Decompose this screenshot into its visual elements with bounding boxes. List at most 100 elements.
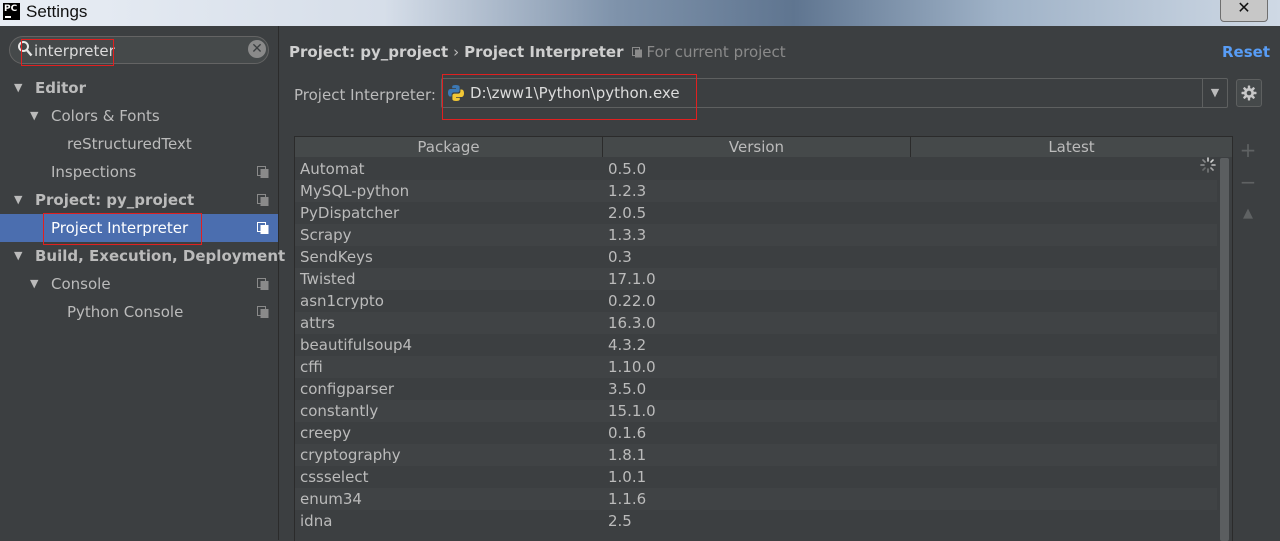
package-name: SendKeys	[300, 248, 373, 266]
package-row[interactable]: beautifulsoup4 4.3.2	[295, 334, 1217, 356]
package-row[interactable]: cryptography 1.8.1	[295, 444, 1217, 466]
package-version: 3.5.0	[608, 380, 647, 398]
expand-arrow-icon[interactable]: ▼	[14, 74, 22, 102]
tree-item[interactable]: Python Console	[0, 298, 278, 326]
package-version: 16.3.0	[608, 314, 656, 332]
package-version: 1.0.1	[608, 468, 647, 486]
chevron-down-icon[interactable]: ▼	[1202, 79, 1227, 107]
column-header-latest[interactable]: Latest	[911, 137, 1232, 157]
remove-package-button[interactable]: −	[1234, 168, 1262, 196]
expand-arrow-icon[interactable]: ▼	[30, 102, 38, 130]
settings-content: Project: py_project › Project Interpreter F…	[279, 26, 1280, 541]
package-name: attrs	[300, 314, 335, 332]
title-bar: PC Settings ✕	[0, 0, 1280, 26]
tree-item-label: reStructuredText	[67, 135, 192, 153]
project-settings-icon	[257, 222, 269, 234]
expand-arrow-icon[interactable]: ▼	[14, 186, 22, 214]
packages-table[interactable]: Package Version Latest Automat 0.5.0 MySQL…	[294, 136, 1233, 541]
python-icon	[448, 85, 464, 101]
loading-spinner-icon	[1200, 157, 1216, 173]
pycharm-logo-icon: PC	[3, 3, 20, 20]
package-name: beautifulsoup4	[300, 336, 413, 354]
project-settings-icon	[257, 166, 269, 178]
package-name: MySQL-python	[300, 182, 410, 200]
package-version: 2.5	[608, 512, 632, 530]
search-icon	[18, 41, 33, 57]
package-name: constantly	[300, 402, 379, 420]
scrollbar-thumb[interactable]	[1220, 158, 1229, 541]
package-version: 2.0.5	[608, 204, 647, 222]
project-settings-icon	[257, 278, 269, 290]
package-row[interactable]: constantly 15.1.0	[295, 400, 1217, 422]
package-version: 0.5.0	[608, 160, 647, 178]
package-version: 1.8.1	[608, 446, 647, 464]
package-name: creepy	[300, 424, 351, 442]
tree-item-label: Console	[51, 275, 111, 293]
column-header-version[interactable]: Version	[603, 137, 911, 157]
package-row[interactable]: cffi 1.10.0	[295, 356, 1217, 378]
tree-item[interactable]: reStructuredText	[0, 130, 278, 158]
package-version: 0.1.6	[608, 424, 647, 442]
package-row[interactable]: MySQL-python 1.2.3	[295, 180, 1217, 202]
package-version: 15.1.0	[608, 402, 656, 420]
interpreter-path: D:\zww1\Python\python.exe	[470, 84, 680, 102]
breadcrumb-parent: Project: py_project	[289, 43, 449, 61]
tree-item[interactable]: ▼ Editor	[0, 74, 278, 102]
tree-item[interactable]: ▼ Colors & Fonts	[0, 102, 278, 130]
search-input[interactable]	[34, 41, 244, 61]
package-row[interactable]: Twisted 17.1.0	[295, 268, 1217, 290]
package-version: 4.3.2	[608, 336, 647, 354]
package-row[interactable]: configparser 3.5.0	[295, 378, 1217, 400]
interpreter-settings-button[interactable]	[1236, 79, 1262, 107]
package-row[interactable]: cssselect 1.0.1	[295, 466, 1217, 488]
clear-search-icon[interactable]: ✕	[248, 40, 266, 58]
expand-arrow-icon[interactable]: ▼	[14, 242, 22, 270]
package-version: 0.3	[608, 248, 632, 266]
package-name: Twisted	[300, 270, 356, 288]
package-name: cssselect	[300, 468, 369, 486]
tree-item-label: Inspections	[51, 163, 137, 181]
package-version: 1.2.3	[608, 182, 647, 200]
column-header-package[interactable]: Package	[295, 137, 603, 157]
package-row[interactable]: Automat 0.5.0	[295, 158, 1217, 180]
package-row[interactable]: asn1crypto 0.22.0	[295, 290, 1217, 312]
tree-item[interactable]: ▼ Build, Execution, Deployment	[0, 242, 285, 270]
package-name: cffi	[300, 358, 323, 376]
breadcrumb-separator: ›	[453, 43, 460, 61]
package-row[interactable]: enum34 1.1.6	[295, 488, 1217, 510]
package-version: 17.1.0	[608, 270, 656, 288]
package-row[interactable]: creepy 0.1.6	[295, 422, 1217, 444]
tree-item-label: Python Console	[67, 303, 184, 321]
package-row[interactable]: Scrapy 1.3.3	[295, 224, 1217, 246]
tree-item-label: Editor	[35, 79, 86, 97]
project-settings-icon	[257, 306, 269, 318]
close-button[interactable]: ✕	[1220, 0, 1268, 22]
interpreter-label: Project Interpreter:	[294, 86, 436, 104]
tree-item[interactable]: ▼ Project: py_project	[0, 186, 278, 214]
gear-icon	[1241, 85, 1257, 101]
package-name: enum34	[300, 490, 362, 508]
tree-item[interactable]: Inspections	[0, 158, 278, 186]
search-box[interactable]: ✕	[9, 36, 269, 64]
package-row[interactable]: SendKeys 0.3	[295, 246, 1217, 268]
package-name: asn1crypto	[300, 292, 384, 310]
add-package-button[interactable]: +	[1234, 136, 1262, 164]
settings-sidebar: ✕ ▼ Editor ▼ Colors & Fonts reStructuredText…	[0, 26, 285, 540]
breadcrumb: Project: py_project › Project Interpreter F…	[289, 43, 786, 61]
tree-item[interactable]: Project Interpreter	[0, 214, 278, 242]
reset-link[interactable]: Reset	[1222, 43, 1270, 61]
table-scrollbar[interactable]	[1218, 158, 1230, 541]
upgrade-package-button[interactable]: ▲	[1234, 200, 1262, 228]
breadcrumb-current: Project Interpreter	[464, 43, 624, 61]
package-row[interactable]: PyDispatcher 2.0.5	[295, 202, 1217, 224]
package-row[interactable]: idna 2.5	[295, 510, 1217, 532]
expand-arrow-icon[interactable]: ▼	[30, 270, 38, 298]
project-settings-icon	[257, 194, 269, 206]
tree-item-label: Build, Execution, Deployment	[35, 247, 286, 265]
interpreter-select[interactable]: D:\zww1\Python\python.exe ▼	[441, 78, 1228, 108]
tree-item[interactable]: ▼ Console	[0, 270, 278, 298]
tree-item-label: Project: py_project	[35, 191, 195, 209]
package-version: 1.1.6	[608, 490, 647, 508]
package-version: 0.22.0	[608, 292, 656, 310]
package-row[interactable]: attrs 16.3.0	[295, 312, 1217, 334]
